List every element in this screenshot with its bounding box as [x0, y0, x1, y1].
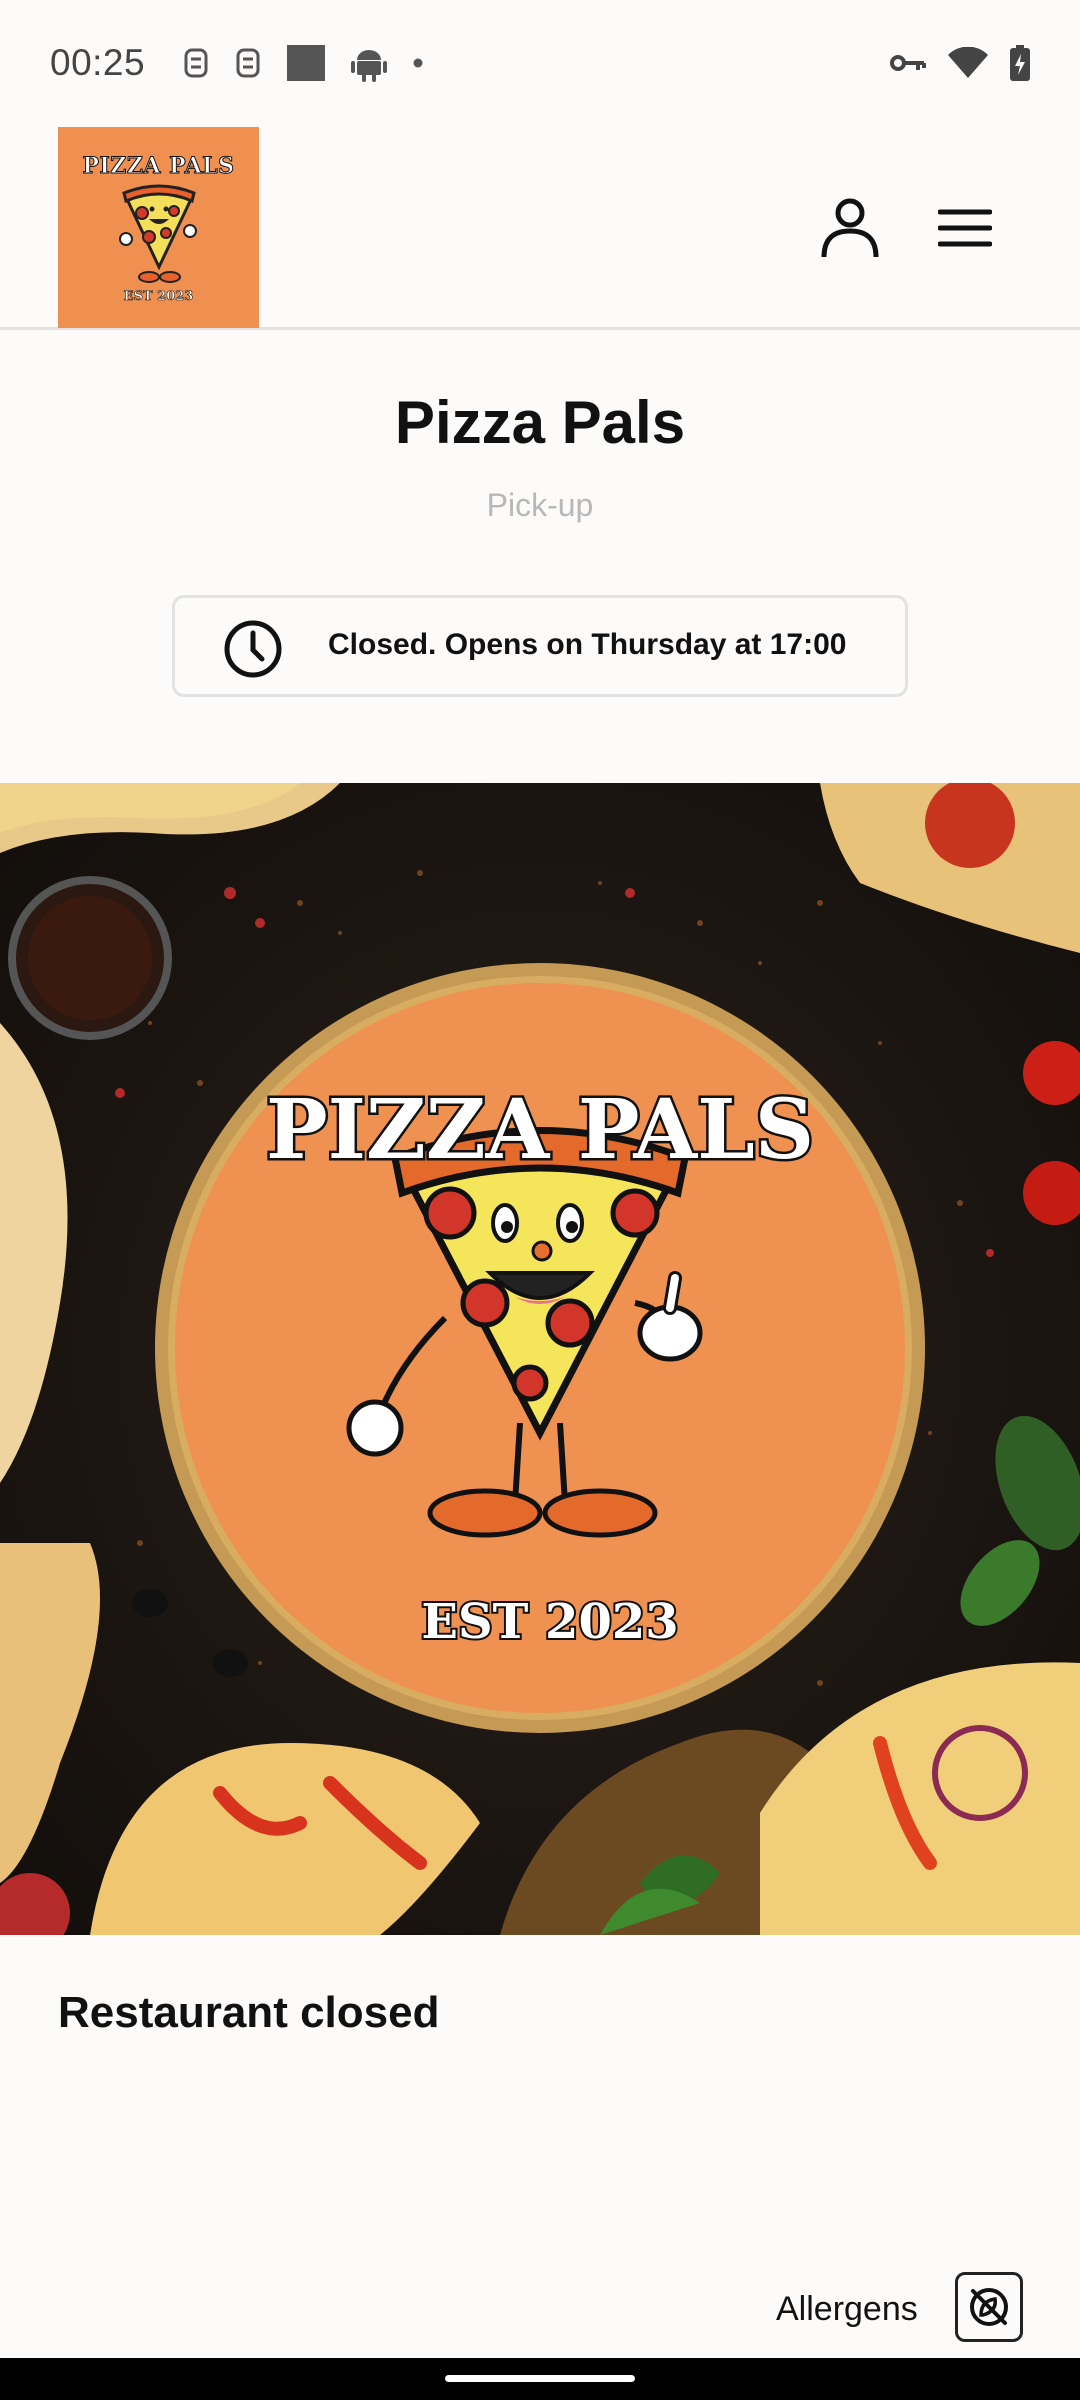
home-gesture-handle[interactable]: [445, 2375, 635, 2382]
account-button[interactable]: [815, 193, 885, 263]
notification-icons: [183, 44, 423, 82]
hero-logo-title: PIZZA PALS: [266, 1082, 814, 1178]
hero-logo-est: EST 2023: [421, 1594, 678, 1650]
status-time: 00:25: [50, 41, 146, 83]
status-bar: 00:25: [0, 0, 1080, 125]
dot-icon: [413, 58, 423, 68]
menu-button[interactable]: [930, 193, 1000, 263]
restaurant-status-heading: Restaurant closed: [58, 1988, 440, 2037]
pizza-mascot-icon: [118, 184, 197, 283]
opening-hours-box[interactable]: Closed. Opens on Thursday at 17:00: [172, 595, 908, 697]
hero-image: PIZZA PALS EST 2023: [0, 783, 1080, 1935]
sim-card-icon: [235, 47, 261, 79]
no-allergen-icon: [970, 2288, 1008, 2326]
gallery-icon: [287, 44, 326, 81]
restaurant-logo[interactable]: PIZZA PALS EST 2023: [58, 127, 259, 328]
vpn-key-icon: [890, 53, 926, 73]
person-icon: [821, 198, 879, 258]
order-mode-label[interactable]: Pick-up: [0, 487, 1080, 524]
allergens-button[interactable]: [955, 2272, 1023, 2342]
hours-status-text: Closed. Opens on Thursday at 17:00: [328, 628, 847, 661]
wifi-icon: [948, 46, 988, 79]
sim-card-icon: [183, 47, 209, 79]
logo-title: PIZZA PALS: [82, 153, 235, 180]
app-header: PIZZA PALS EST 2023: [0, 125, 1080, 330]
system-icons: [890, 44, 1030, 81]
logo-est: EST 2023: [123, 289, 194, 305]
system-navigation-bar: [0, 2358, 1080, 2400]
restaurant-name: Pizza Pals: [394, 389, 686, 456]
android-icon: [351, 44, 388, 82]
clock-icon: [223, 619, 283, 679]
allergens-label[interactable]: Allergens: [776, 2290, 918, 2329]
battery-charging-icon: [1010, 44, 1030, 81]
hamburger-menu-icon: [938, 209, 992, 247]
